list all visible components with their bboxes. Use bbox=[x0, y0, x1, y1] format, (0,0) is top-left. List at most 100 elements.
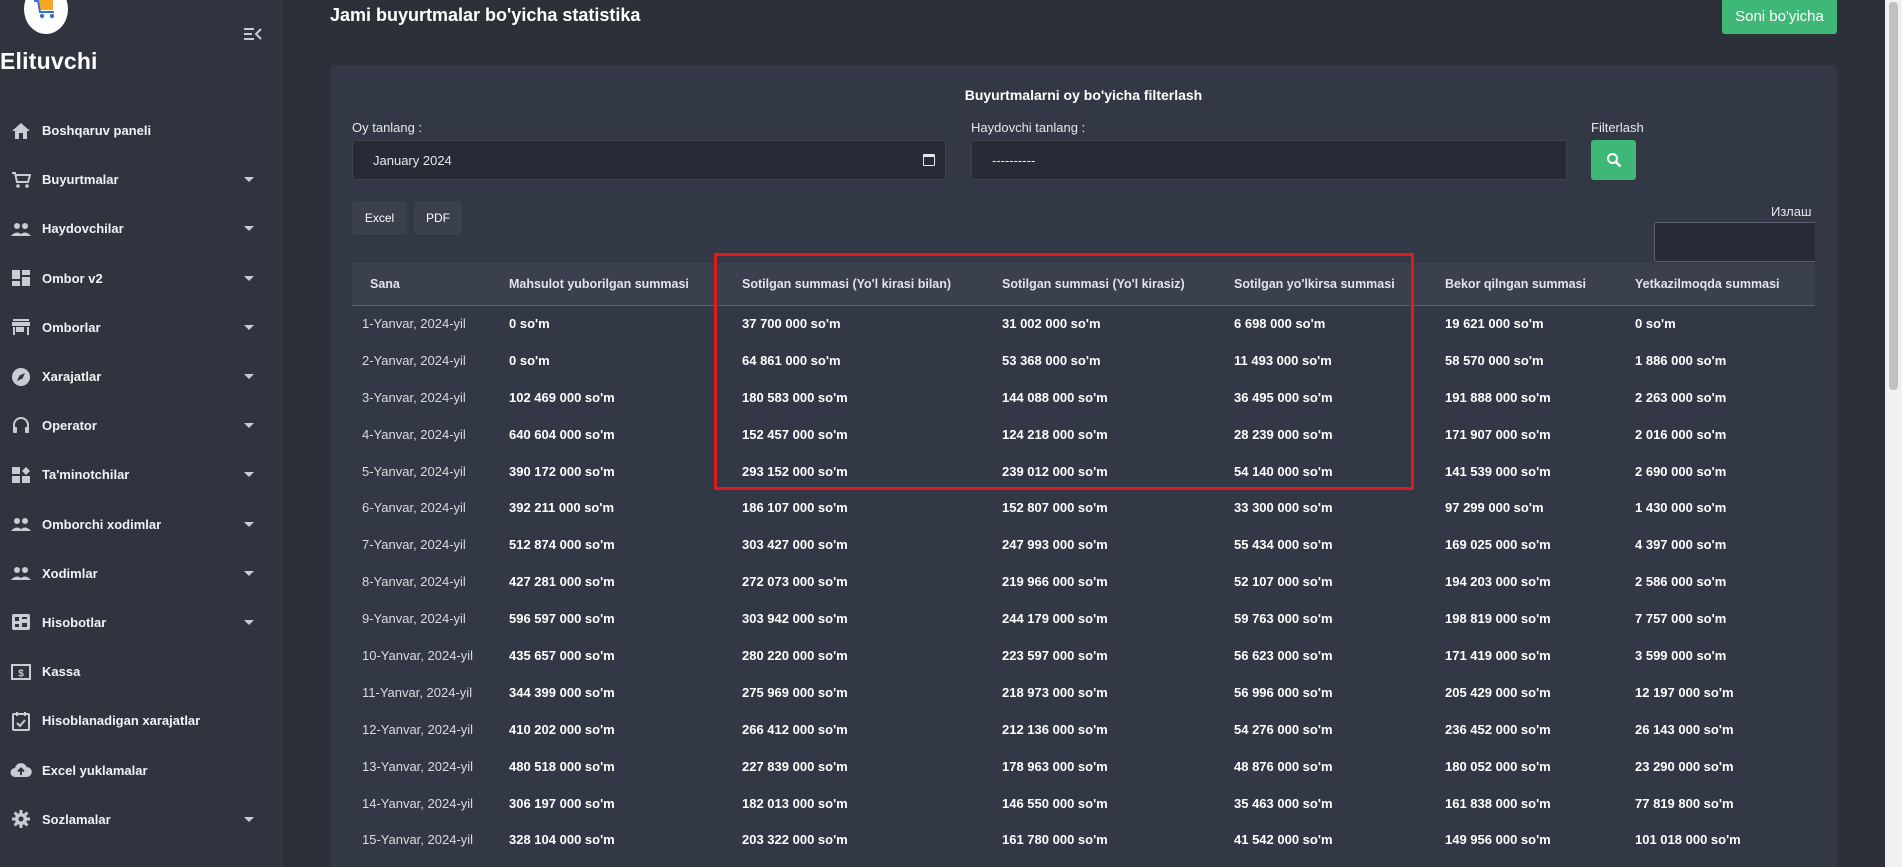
column-header-bekor[interactable]: Bekor qilngan summasi bbox=[1433, 263, 1623, 306]
amount-cell: 12 197 000 so'm bbox=[1635, 684, 1734, 700]
statistics-table-wrap: Sana Mahsulot yuborilgan summasi Sotilga… bbox=[352, 263, 1815, 867]
amount-cell: 2 016 000 so'm bbox=[1635, 426, 1727, 442]
amount-cell: 280 220 000 so'm bbox=[742, 647, 848, 663]
vertical-scrollbar[interactable] bbox=[1885, 0, 1902, 867]
sidebar-item-excel-yuklamalar[interactable]: Excel yuklamalar bbox=[0, 745, 282, 794]
page-title: Jami buyurtmalar bo'yicha statistika bbox=[330, 5, 641, 25]
table-row: 4-Yanvar, 2024-yil 640 604 000 so'm 152 45… bbox=[352, 416, 1815, 453]
sidebar-item-operator[interactable]: Operator bbox=[0, 401, 282, 450]
amount-cell: 218 973 000 so'm bbox=[1002, 684, 1108, 700]
amount-cell: 247 993 000 so'm bbox=[1002, 537, 1108, 553]
menu-collapse-icon[interactable] bbox=[244, 26, 262, 42]
amount-cell: 239 012 000 so'm bbox=[1002, 463, 1108, 479]
sidebar-item-ombor-v2[interactable]: Ombor v2 bbox=[0, 254, 282, 303]
driver-select-value: ---------- bbox=[992, 152, 1036, 168]
pdf-button[interactable]: PDF bbox=[414, 201, 462, 235]
amount-cell: 0 so'm bbox=[509, 316, 550, 332]
sidebar-item-boshqaruv-paneli[interactable]: Boshqaruv paneli bbox=[0, 106, 282, 155]
excel-button[interactable]: Excel bbox=[352, 201, 407, 235]
amount-cell: 124 218 000 so'm bbox=[1002, 426, 1108, 442]
search-icon bbox=[1606, 153, 1621, 168]
column-header-yolkira[interactable]: Sotilgan yo'lkirsa summasi bbox=[1222, 263, 1433, 306]
sidebar-item-omborchi-xodimlar[interactable]: Omborchi xodimlar bbox=[0, 500, 282, 549]
month-input-value: January 2024 bbox=[373, 152, 452, 168]
amount-cell: 56 996 000 so'm bbox=[1234, 684, 1333, 700]
amount-cell: 3 599 000 so'm bbox=[1635, 647, 1727, 663]
column-header-sotilgan-bilan[interactable]: Sotilgan summasi (Yo'l kirasi bilan) bbox=[730, 263, 990, 306]
amount-cell: 328 104 000 so'm bbox=[509, 832, 615, 848]
amount-cell: 161 780 000 so'm bbox=[1002, 832, 1108, 848]
table-row: 12-Yanvar, 2024-yil 410 202 000 so'm 266 4… bbox=[352, 711, 1815, 748]
calendar-icon[interactable] bbox=[923, 154, 935, 166]
sidebar-item-kassa[interactable]: $ Kassa bbox=[0, 647, 282, 696]
amount-cell: 344 399 000 so'm bbox=[509, 684, 615, 700]
date-cell: 11-Yanvar, 2024-yil bbox=[362, 684, 473, 700]
amount-cell: 212 136 000 so'm bbox=[1002, 721, 1108, 737]
date-cell: 7-Yanvar, 2024-yil bbox=[362, 537, 466, 553]
sidebar-item-hisobotlar[interactable]: Hisobotlar bbox=[0, 598, 282, 647]
scrollbar-thumb[interactable] bbox=[1889, 2, 1898, 390]
amount-cell: 55 434 000 so'm bbox=[1234, 537, 1333, 553]
amount-cell: 186 107 000 so'm bbox=[742, 500, 848, 516]
filter-search-button[interactable] bbox=[1591, 140, 1636, 180]
sidebar-item-label: Ta'minotchilar bbox=[42, 467, 130, 483]
amount-cell: 227 839 000 so'm bbox=[742, 758, 848, 774]
driver-select[interactable]: ---------- bbox=[971, 140, 1567, 180]
soni-boyicha-button[interactable]: Soni bo'yicha bbox=[1722, 0, 1837, 34]
search-input[interactable] bbox=[1654, 222, 1815, 262]
amount-cell: 180 583 000 so'm bbox=[742, 389, 848, 405]
amount-cell: 59 763 000 so'm bbox=[1234, 611, 1333, 627]
chevron-down-icon bbox=[244, 521, 254, 527]
amount-cell: 28 239 000 so'm bbox=[1234, 426, 1333, 442]
home-icon bbox=[10, 121, 32, 141]
sidebar-item-xodimlar[interactable]: Xodimlar bbox=[0, 549, 282, 598]
gear-icon bbox=[10, 809, 32, 829]
amount-cell: 1 430 000 so'm bbox=[1635, 500, 1727, 516]
column-header-mahsulot[interactable]: Mahsulot yuborilgan summasi bbox=[497, 263, 730, 306]
amount-cell: 152 807 000 so'm bbox=[1002, 500, 1108, 516]
sidebar-item-label: Xodimlar bbox=[42, 565, 98, 581]
column-header-sotilgan-kirasiz[interactable]: Sotilgan summasi (Yo'l kirasiz) bbox=[990, 263, 1222, 306]
column-header-sana[interactable]: Sana bbox=[352, 263, 497, 306]
sidebar-item-hisoblanadigan-xarajatlar[interactable]: Hisoblanadigan xarajatlar bbox=[0, 696, 282, 745]
driver-label: Haydovchi tanlang : bbox=[971, 120, 1086, 135]
column-header-yetkazilmoqda[interactable]: Yetkazilmoqda summasi bbox=[1623, 263, 1815, 306]
amount-cell: 19 621 000 so'm bbox=[1445, 316, 1544, 332]
sidebar-item-buyurtmalar[interactable]: Buyurtmalar bbox=[0, 155, 282, 204]
sidebar: Elituvchi Boshqaruv paneli Buyurtmalar H… bbox=[0, 0, 282, 867]
table-row: 7-Yanvar, 2024-yil 512 874 000 so'm 303 42… bbox=[352, 526, 1815, 563]
statistics-table: Sana Mahsulot yuborilgan summasi Sotilga… bbox=[352, 263, 1815, 858]
date-cell: 3-Yanvar, 2024-yil bbox=[362, 389, 466, 405]
svg-text:$: $ bbox=[18, 668, 24, 679]
month-input[interactable]: January 2024 bbox=[352, 140, 946, 180]
amount-cell: 149 956 000 so'm bbox=[1445, 832, 1551, 848]
amount-cell: 223 597 000 so'm bbox=[1002, 647, 1108, 663]
amount-cell: 596 597 000 so'm bbox=[509, 611, 615, 627]
sidebar-item-label: Xarajatlar bbox=[42, 369, 102, 385]
date-cell: 4-Yanvar, 2024-yil bbox=[362, 426, 466, 442]
sidebar-item-label: Omborlar bbox=[42, 319, 101, 335]
chevron-down-icon bbox=[244, 373, 254, 379]
amount-cell: 35 463 000 so'm bbox=[1234, 795, 1333, 811]
date-cell: 5-Yanvar, 2024-yil bbox=[362, 463, 466, 479]
sidebar-item-xarajatlar[interactable]: Xarajatlar bbox=[0, 352, 282, 401]
amount-cell: 23 290 000 so'm bbox=[1635, 758, 1734, 774]
amount-cell: 102 469 000 so'm bbox=[509, 389, 615, 405]
amount-cell: 180 052 000 so'm bbox=[1445, 758, 1551, 774]
sidebar-item-sozlamalar[interactable]: Sozlamalar bbox=[0, 795, 282, 844]
amount-cell: 293 152 000 so'm bbox=[742, 463, 848, 479]
table-row: 10-Yanvar, 2024-yil 435 657 000 so'm 280 2… bbox=[352, 637, 1815, 674]
table-row: 9-Yanvar, 2024-yil 596 597 000 so'm 303 94… bbox=[352, 600, 1815, 637]
sidebar-item-label: Hisoblanadigan xarajatlar bbox=[42, 713, 201, 729]
brand-name: Elituvchi bbox=[0, 48, 98, 74]
chevron-down-icon bbox=[244, 275, 254, 281]
sidebar-item-omborlar[interactable]: Omborlar bbox=[0, 303, 282, 352]
amount-cell: 141 539 000 so'm bbox=[1445, 463, 1551, 479]
sidebar-nav: Boshqaruv paneli Buyurtmalar Haydovchila… bbox=[0, 106, 282, 844]
sidebar-item-label: Operator bbox=[42, 418, 97, 434]
amount-cell: 0 so'm bbox=[509, 352, 550, 368]
amount-cell: 244 179 000 so'm bbox=[1002, 611, 1108, 627]
chevron-down-icon bbox=[244, 226, 254, 232]
sidebar-item-haydovchilar[interactable]: Haydovchilar bbox=[0, 204, 282, 253]
sidebar-item-taminotchilar[interactable]: Ta'minotchilar bbox=[0, 450, 282, 499]
